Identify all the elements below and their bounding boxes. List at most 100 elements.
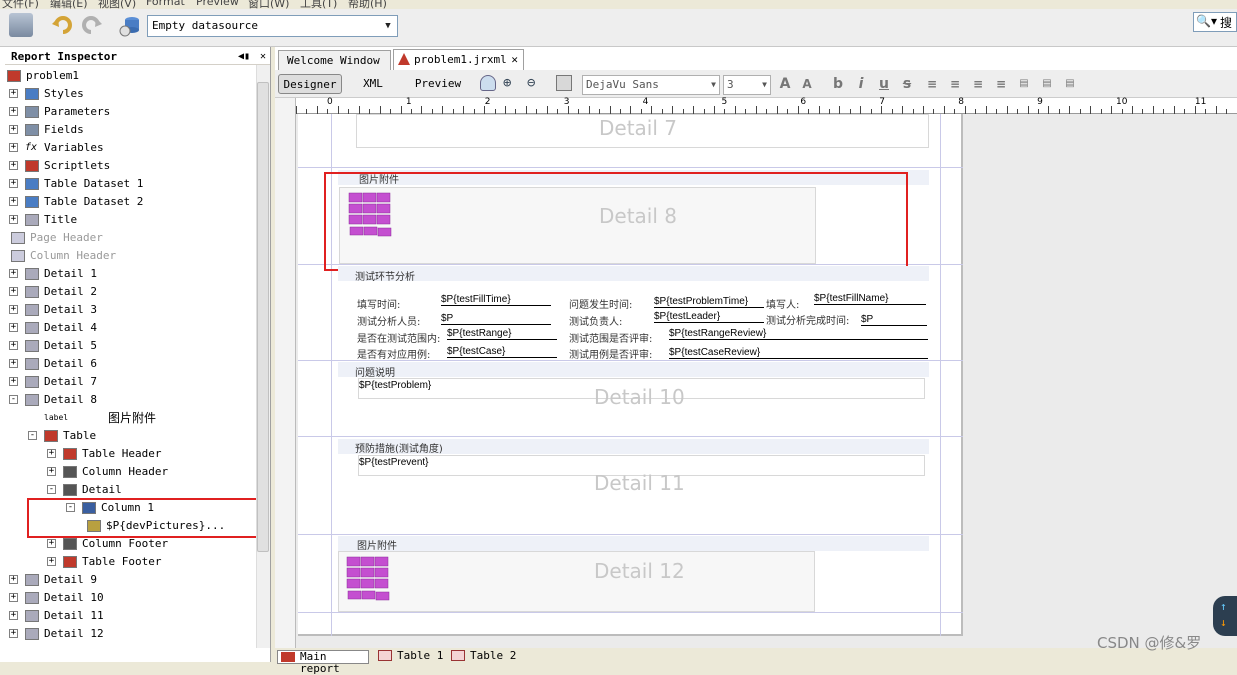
tree-item[interactable]: + Detail 12: [0, 625, 256, 643]
attach-label-2[interactable]: 图片附件: [357, 537, 397, 552]
case-review-field[interactable]: $P{testCaseReview}: [669, 347, 928, 359]
band-separator[interactable]: [298, 360, 963, 361]
menu-tools[interactable]: 工具(T): [300, 0, 337, 9]
tree-item[interactable]: + Table Header: [0, 445, 256, 463]
leader-label[interactable]: 测试负责人:: [569, 313, 622, 328]
tree-item[interactable]: + fx Variables: [0, 139, 256, 157]
tree-item[interactable]: + Detail 9: [0, 571, 256, 589]
tree-item[interactable]: + Detail 1: [0, 265, 256, 283]
align-left-icon[interactable]: ≡: [924, 76, 940, 92]
expand-icon[interactable]: +: [9, 179, 18, 188]
xml-button[interactable]: XML: [350, 74, 396, 94]
tree-item[interactable]: - Detail 8: [0, 391, 256, 409]
menu-help[interactable]: 帮助(H): [348, 0, 387, 9]
tree-item[interactable]: Page Header: [0, 229, 256, 247]
align-right-icon[interactable]: ≡: [993, 76, 1009, 92]
tree-item[interactable]: + Column Header: [0, 463, 256, 481]
report-properties-icon[interactable]: [556, 75, 572, 91]
filler-label[interactable]: 填写人:: [766, 296, 799, 311]
expand-icon[interactable]: +: [9, 125, 18, 134]
finish-time-label[interactable]: 测试分析完成时间:: [766, 312, 849, 327]
problem-time-label[interactable]: 问题发生时间:: [569, 296, 632, 311]
tree-item[interactable]: + Table Dataset 2: [0, 193, 256, 211]
underline-icon[interactable]: u: [876, 76, 892, 92]
tree-item[interactable]: - Detail: [0, 481, 256, 499]
close-tab-icon[interactable]: ✕: [511, 50, 518, 69]
decrease-font-icon[interactable]: A: [799, 76, 815, 92]
tree-item[interactable]: problem1: [0, 67, 256, 85]
minimize-icon[interactable]: ◀▮: [238, 49, 250, 65]
band-separator[interactable]: [298, 612, 963, 613]
prevent-label[interactable]: 预防措施(测试角度): [355, 440, 443, 455]
font-name-select[interactable]: DejaVu Sans ▼: [582, 75, 720, 95]
tree-item[interactable]: + Scriptlets: [0, 157, 256, 175]
tree-item[interactable]: + Detail 4: [0, 319, 256, 337]
analyst-label[interactable]: 测试分析人员:: [357, 313, 420, 328]
align-top-icon[interactable]: ▤: [1016, 76, 1032, 92]
expand-icon[interactable]: +: [9, 323, 18, 332]
expand-icon[interactable]: +: [9, 161, 18, 170]
expand-icon[interactable]: +: [9, 593, 18, 602]
align-middle-icon[interactable]: ▤: [1039, 76, 1055, 92]
expand-icon[interactable]: +: [9, 107, 18, 116]
expand-icon[interactable]: +: [9, 341, 18, 350]
problem-desc-label[interactable]: 问题说明: [355, 364, 395, 379]
tree-item[interactable]: + Parameters: [0, 103, 256, 121]
analysis-title[interactable]: 测试环节分析: [355, 268, 415, 283]
tree-item[interactable]: + Title: [0, 211, 256, 229]
align-justify-icon[interactable]: ≡: [947, 76, 963, 92]
datasource-query-icon[interactable]: [480, 75, 496, 91]
expand-icon[interactable]: +: [47, 539, 56, 548]
fill-time-field[interactable]: $P{testFillTime}: [441, 294, 551, 306]
tree-item[interactable]: + Fields: [0, 121, 256, 139]
tree-item[interactable]: + Table Dataset 1: [0, 175, 256, 193]
expand-icon[interactable]: +: [47, 557, 56, 566]
inspector-scrollbar-thumb[interactable]: [257, 82, 269, 552]
range-review-field[interactable]: $P{testRangeReview}: [669, 328, 928, 340]
expand-icon[interactable]: +: [9, 143, 18, 152]
expand-icon[interactable]: +: [47, 467, 56, 476]
menu-view[interactable]: 视图(V): [98, 0, 136, 9]
menu-file[interactable]: 文件(F): [2, 0, 39, 9]
tree-item[interactable]: + Detail 11: [0, 607, 256, 625]
expand-icon[interactable]: +: [9, 197, 18, 206]
expand-icon[interactable]: +: [47, 449, 56, 458]
save-all-icon[interactable]: [9, 13, 33, 37]
zoom-out-icon[interactable]: ⊖: [527, 75, 535, 91]
search-input[interactable]: 🔍▾ 搜: [1193, 12, 1237, 32]
collapse-icon[interactable]: -: [28, 431, 37, 440]
datasource-select[interactable]: Empty datasource ▼: [147, 15, 398, 37]
tree-item[interactable]: + Table Footer: [0, 553, 256, 571]
menu-edit[interactable]: 编辑(E): [50, 0, 88, 9]
expand-icon[interactable]: +: [9, 215, 18, 224]
designer-button[interactable]: Designer: [278, 74, 342, 94]
tree-item[interactable]: - Table: [0, 427, 256, 445]
preview-button[interactable]: Preview: [412, 74, 464, 94]
align-bottom-icon[interactable]: ▤: [1062, 76, 1078, 92]
menu-preview[interactable]: Preview: [196, 0, 239, 8]
italic-icon[interactable]: i: [853, 76, 869, 92]
tree-item[interactable]: + Detail 2: [0, 283, 256, 301]
undo-icon[interactable]: [50, 13, 74, 37]
band-separator[interactable]: [298, 436, 963, 437]
case-review-label[interactable]: 测试用例是否评审:: [569, 346, 652, 361]
menu-format[interactable]: Format: [146, 0, 185, 8]
expand-icon[interactable]: +: [9, 377, 18, 386]
analyst-field[interactable]: $P: [441, 313, 551, 325]
tree-item[interactable]: + Styles: [0, 85, 256, 103]
expand-icon[interactable]: +: [9, 269, 18, 278]
scroll-nav-button[interactable]: ↑ ↓: [1213, 596, 1237, 636]
tab-welcome-window[interactable]: Welcome Window: [278, 50, 391, 70]
band-separator[interactable]: [298, 167, 963, 168]
redo-icon[interactable]: [80, 13, 104, 37]
range-review-label[interactable]: 测试范围是否评审:: [569, 330, 652, 345]
tree-item[interactable]: + Detail 10: [0, 589, 256, 607]
band-separator[interactable]: [298, 534, 963, 535]
expand-icon[interactable]: +: [9, 629, 18, 638]
increase-font-icon[interactable]: A: [777, 76, 793, 92]
align-center-icon[interactable]: ≡: [970, 76, 986, 92]
in-range-field[interactable]: $P{testRange}: [447, 328, 557, 340]
table-element-detail12[interactable]: [338, 551, 815, 612]
tab-problem1[interactable]: problem1.jrxml ✕: [393, 49, 524, 70]
expand-icon[interactable]: +: [9, 305, 18, 314]
